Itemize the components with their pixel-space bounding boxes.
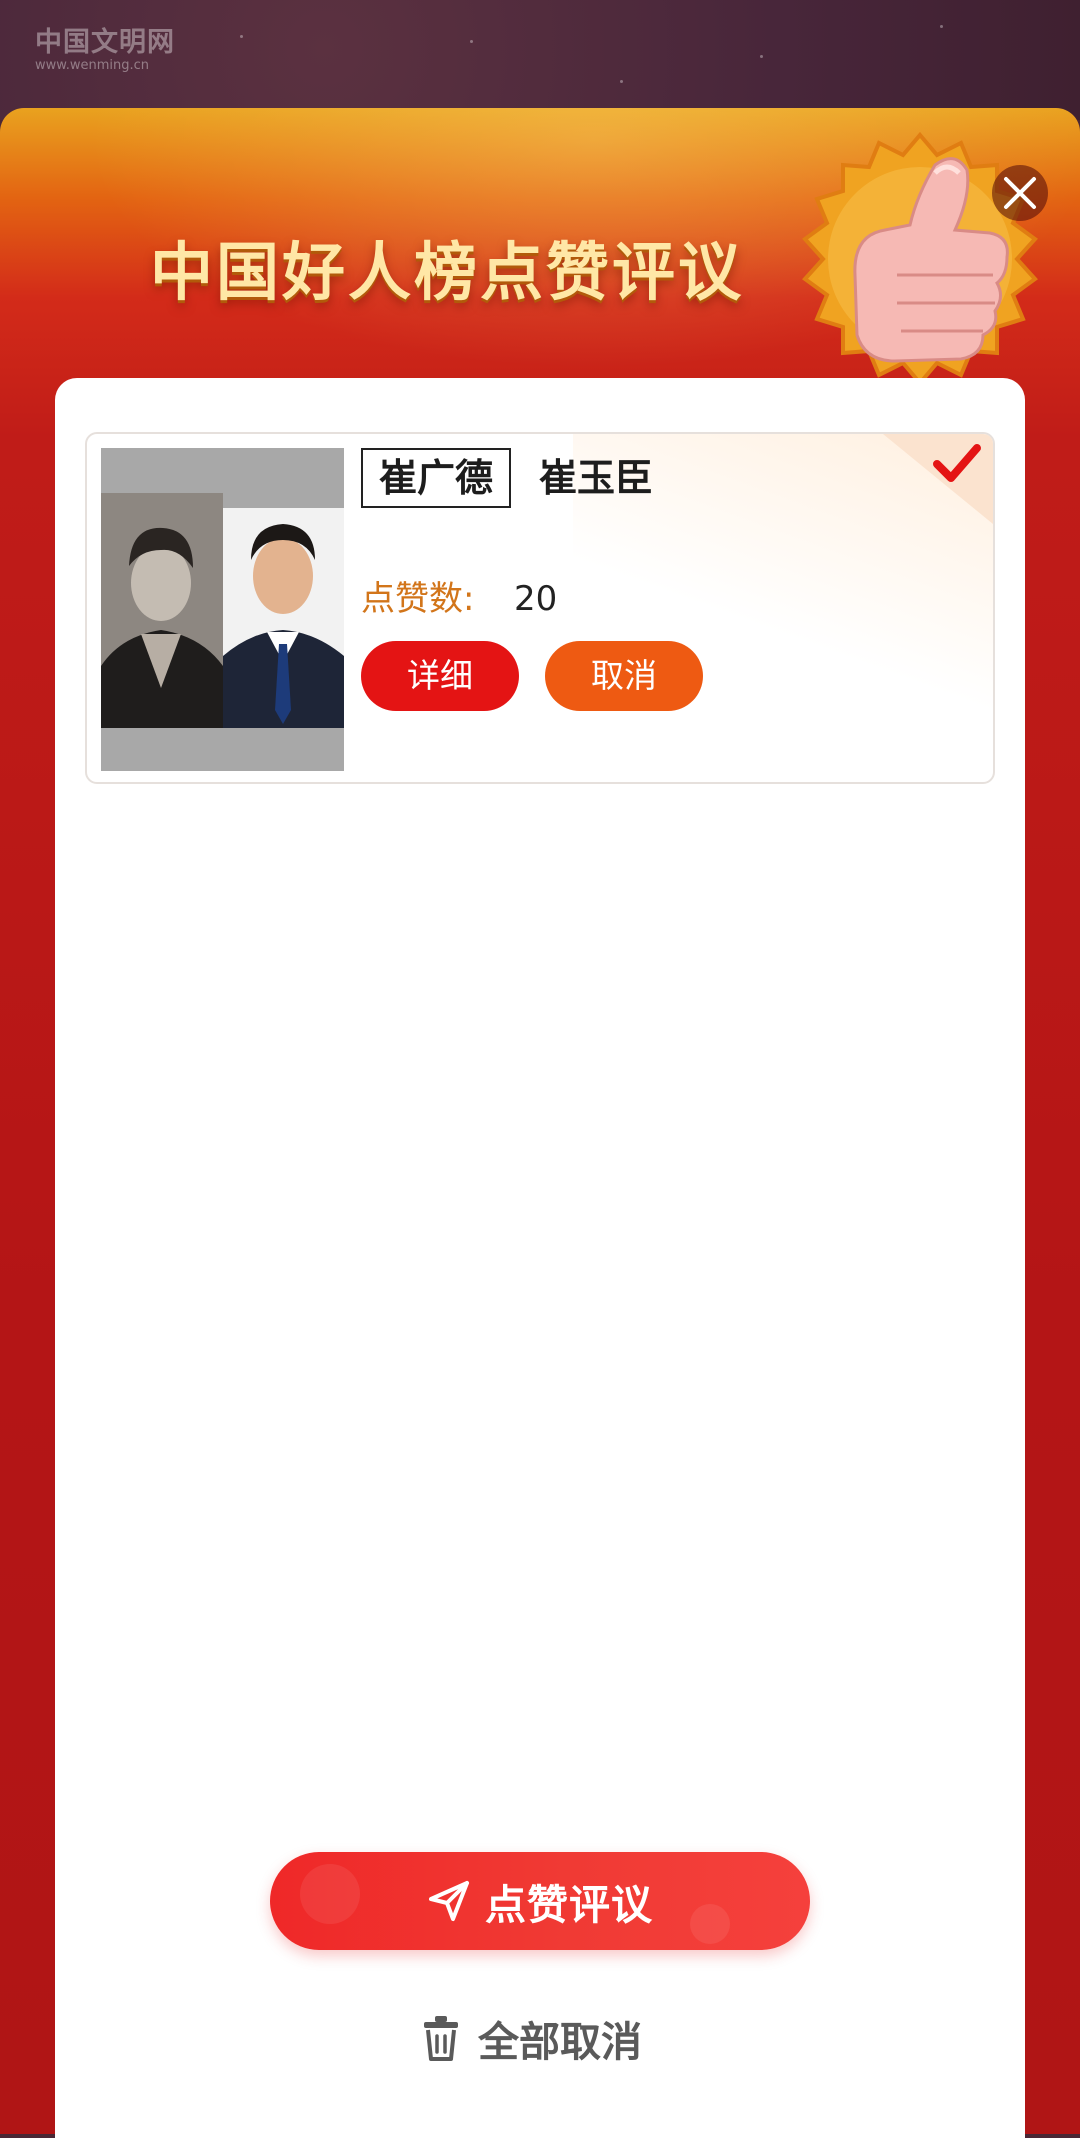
trash-icon [424,2016,458,2061]
checkmark-icon [883,434,993,524]
logo-name: 中国文明网 [35,27,175,58]
candidate-name-primary: 崔广德 [361,448,512,508]
likes-count-label: 点赞数: [361,579,475,619]
cancel-selection-button[interactable]: 取消 [545,641,703,711]
selected-candidate-card: 崔广德 崔玉臣 点赞数: 20 详细 取消 [85,432,995,784]
submit-likes-label: 点赞评议 [485,1881,653,1929]
candidate-name-secondary: 崔玉臣 [539,456,654,500]
logo-url: www.wenming.cn [35,58,149,73]
modal-title: 中国好人榜点赞评议 [150,236,744,309]
send-icon [429,1881,469,1921]
candidate-photo [101,448,344,771]
close-icon [1004,177,1036,209]
likes-count-value: 20 [514,579,558,619]
detail-button[interactable]: 详细 [361,641,519,711]
clear-all-label: 全部取消 [478,2018,642,2066]
wenming-logo: 中国文明网 www.wenming.cn [35,28,185,78]
submit-likes-button[interactable]: 点赞评议 [270,1852,810,1950]
clear-all-button[interactable]: 全部取消 [420,2008,670,2068]
close-button[interactable] [992,165,1048,221]
